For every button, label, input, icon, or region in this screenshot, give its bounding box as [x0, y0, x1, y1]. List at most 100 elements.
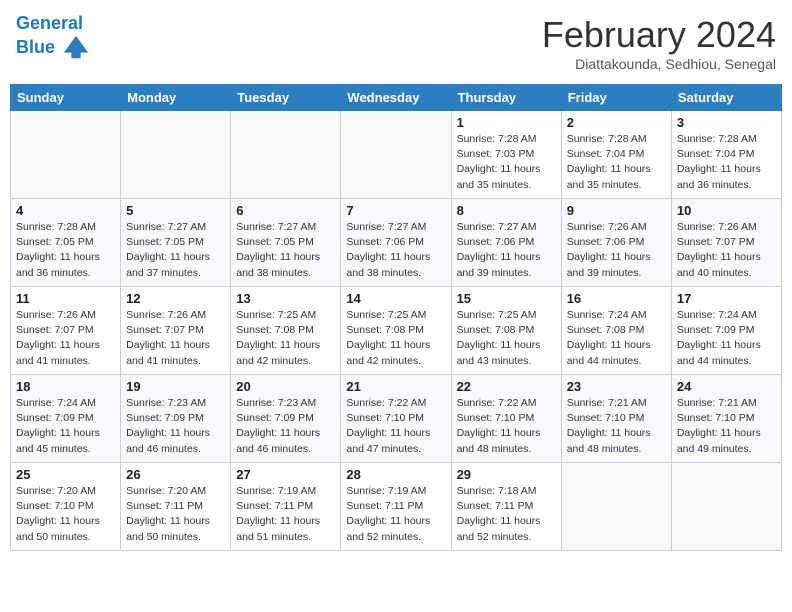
day-info: Sunrise: 7:26 AM Sunset: 7:06 PM Dayligh…	[567, 220, 666, 281]
day-info: Sunrise: 7:18 AM Sunset: 7:11 PM Dayligh…	[457, 484, 556, 545]
day-number: 11	[16, 291, 115, 306]
day-info: Sunrise: 7:22 AM Sunset: 7:10 PM Dayligh…	[346, 396, 445, 457]
day-cell	[561, 463, 671, 551]
day-info: Sunrise: 7:27 AM Sunset: 7:05 PM Dayligh…	[126, 220, 225, 281]
day-info: Sunrise: 7:25 AM Sunset: 7:08 PM Dayligh…	[346, 308, 445, 369]
day-info: Sunrise: 7:26 AM Sunset: 7:07 PM Dayligh…	[677, 220, 776, 281]
day-number: 20	[236, 379, 335, 394]
day-info: Sunrise: 7:28 AM Sunset: 7:05 PM Dayligh…	[16, 220, 115, 281]
day-cell	[671, 463, 781, 551]
day-number: 10	[677, 203, 776, 218]
day-cell: 20 Sunrise: 7:23 AM Sunset: 7:09 PM Dayli…	[231, 375, 341, 463]
day-number: 28	[346, 467, 445, 482]
weekday-header-saturday: Saturday	[671, 85, 781, 111]
day-cell: 11 Sunrise: 7:26 AM Sunset: 7:07 PM Dayli…	[11, 287, 121, 375]
day-number: 1	[457, 115, 556, 130]
week-row-1: 1Sunrise: 7:28 AM Sunset: 7:03 PM Daylig…	[11, 111, 782, 199]
day-number: 25	[16, 467, 115, 482]
weekday-header-sunday: Sunday	[11, 85, 121, 111]
weekday-header-wednesday: Wednesday	[341, 85, 451, 111]
logo-text2: Blue	[16, 34, 90, 62]
day-number: 3	[677, 115, 776, 130]
day-cell: 24Sunrise: 7:21 AM Sunset: 7:10 PM Dayli…	[671, 375, 781, 463]
day-number: 15	[457, 291, 556, 306]
week-row-3: 11 Sunrise: 7:26 AM Sunset: 7:07 PM Dayli…	[11, 287, 782, 375]
day-number: 14	[346, 291, 445, 306]
day-info: Sunrise: 7:22 AM Sunset: 7:10 PM Dayligh…	[457, 396, 556, 457]
day-cell: 16Sunrise: 7:24 AM Sunset: 7:08 PM Dayli…	[561, 287, 671, 375]
day-cell: 9 Sunrise: 7:26 AM Sunset: 7:06 PM Daylig…	[561, 199, 671, 287]
day-number: 26	[126, 467, 225, 482]
logo-text: General	[16, 14, 90, 34]
calendar-table: SundayMondayTuesdayWednesdayThursdayFrid…	[10, 84, 782, 551]
week-row-5: 25 Sunrise: 7:20 AM Sunset: 7:10 PM Dayli…	[11, 463, 782, 551]
day-info: Sunrise: 7:24 AM Sunset: 7:09 PM Dayligh…	[16, 396, 115, 457]
day-info: Sunrise: 7:27 AM Sunset: 7:05 PM Dayligh…	[236, 220, 335, 281]
day-info: Sunrise: 7:26 AM Sunset: 7:07 PM Dayligh…	[16, 308, 115, 369]
day-number: 12	[126, 291, 225, 306]
day-cell: 28 Sunrise: 7:19 AM Sunset: 7:11 PM Dayli…	[341, 463, 451, 551]
day-cell: 29 Sunrise: 7:18 AM Sunset: 7:11 PM Dayli…	[451, 463, 561, 551]
day-info: Sunrise: 7:25 AM Sunset: 7:08 PM Dayligh…	[457, 308, 556, 369]
day-number: 21	[346, 379, 445, 394]
day-cell: 12 Sunrise: 7:26 AM Sunset: 7:07 PM Dayli…	[121, 287, 231, 375]
calendar-title: February 2024	[542, 14, 776, 56]
day-cell: 7Sunrise: 7:27 AM Sunset: 7:06 PM Daylig…	[341, 199, 451, 287]
day-cell: 8Sunrise: 7:27 AM Sunset: 7:06 PM Daylig…	[451, 199, 561, 287]
day-cell: 10 Sunrise: 7:26 AM Sunset: 7:07 PM Dayli…	[671, 199, 781, 287]
day-number: 17	[677, 291, 776, 306]
day-info: Sunrise: 7:23 AM Sunset: 7:09 PM Dayligh…	[126, 396, 225, 457]
day-info: Sunrise: 7:20 AM Sunset: 7:11 PM Dayligh…	[126, 484, 225, 545]
day-info: Sunrise: 7:24 AM Sunset: 7:08 PM Dayligh…	[567, 308, 666, 369]
day-number: 2	[567, 115, 666, 130]
day-info: Sunrise: 7:27 AM Sunset: 7:06 PM Dayligh…	[457, 220, 556, 281]
day-cell: 19Sunrise: 7:23 AM Sunset: 7:09 PM Dayli…	[121, 375, 231, 463]
day-info: Sunrise: 7:20 AM Sunset: 7:10 PM Dayligh…	[16, 484, 115, 545]
day-info: Sunrise: 7:27 AM Sunset: 7:06 PM Dayligh…	[346, 220, 445, 281]
day-number: 13	[236, 291, 335, 306]
day-cell: 1Sunrise: 7:28 AM Sunset: 7:03 PM Daylig…	[451, 111, 561, 199]
day-info: Sunrise: 7:28 AM Sunset: 7:04 PM Dayligh…	[567, 132, 666, 193]
weekday-header-friday: Friday	[561, 85, 671, 111]
day-info: Sunrise: 7:19 AM Sunset: 7:11 PM Dayligh…	[346, 484, 445, 545]
day-cell	[341, 111, 451, 199]
day-number: 9	[567, 203, 666, 218]
day-cell	[231, 111, 341, 199]
day-info: Sunrise: 7:21 AM Sunset: 7:10 PM Dayligh…	[567, 396, 666, 457]
day-cell: 4 Sunrise: 7:28 AM Sunset: 7:05 PM Daylig…	[11, 199, 121, 287]
calendar-subtitle: Diattakounda, Sedhiou, Senegal	[542, 56, 776, 72]
day-cell	[121, 111, 231, 199]
weekday-header-thursday: Thursday	[451, 85, 561, 111]
day-number: 27	[236, 467, 335, 482]
day-number: 22	[457, 379, 556, 394]
day-cell: 26 Sunrise: 7:20 AM Sunset: 7:11 PM Dayli…	[121, 463, 231, 551]
day-cell: 3 Sunrise: 7:28 AM Sunset: 7:04 PM Daylig…	[671, 111, 781, 199]
day-number: 18	[16, 379, 115, 394]
day-cell: 14 Sunrise: 7:25 AM Sunset: 7:08 PM Dayli…	[341, 287, 451, 375]
day-cell: 2 Sunrise: 7:28 AM Sunset: 7:04 PM Daylig…	[561, 111, 671, 199]
day-cell: 27 Sunrise: 7:19 AM Sunset: 7:11 PM Dayli…	[231, 463, 341, 551]
day-cell: 18 Sunrise: 7:24 AM Sunset: 7:09 PM Dayli…	[11, 375, 121, 463]
day-cell: 6Sunrise: 7:27 AM Sunset: 7:05 PM Daylig…	[231, 199, 341, 287]
day-cell: 17 Sunrise: 7:24 AM Sunset: 7:09 PM Dayli…	[671, 287, 781, 375]
day-cell: 13 Sunrise: 7:25 AM Sunset: 7:08 PM Dayli…	[231, 287, 341, 375]
day-info: Sunrise: 7:25 AM Sunset: 7:08 PM Dayligh…	[236, 308, 335, 369]
day-cell: 21 Sunrise: 7:22 AM Sunset: 7:10 PM Dayli…	[341, 375, 451, 463]
day-cell: 22 Sunrise: 7:22 AM Sunset: 7:10 PM Dayli…	[451, 375, 561, 463]
day-info: Sunrise: 7:24 AM Sunset: 7:09 PM Dayligh…	[677, 308, 776, 369]
weekday-header-monday: Monday	[121, 85, 231, 111]
day-cell	[11, 111, 121, 199]
day-info: Sunrise: 7:23 AM Sunset: 7:09 PM Dayligh…	[236, 396, 335, 457]
week-row-2: 4 Sunrise: 7:28 AM Sunset: 7:05 PM Daylig…	[11, 199, 782, 287]
day-number: 5	[126, 203, 225, 218]
header: General Blue February 2024 Diattakounda,…	[10, 10, 782, 76]
day-number: 29	[457, 467, 556, 482]
day-info: Sunrise: 7:26 AM Sunset: 7:07 PM Dayligh…	[126, 308, 225, 369]
weekday-header-row: SundayMondayTuesdayWednesdayThursdayFrid…	[11, 85, 782, 111]
day-number: 24	[677, 379, 776, 394]
day-cell: 23 Sunrise: 7:21 AM Sunset: 7:10 PM Dayli…	[561, 375, 671, 463]
day-info: Sunrise: 7:28 AM Sunset: 7:04 PM Dayligh…	[677, 132, 776, 193]
day-number: 23	[567, 379, 666, 394]
day-number: 4	[16, 203, 115, 218]
day-info: Sunrise: 7:19 AM Sunset: 7:11 PM Dayligh…	[236, 484, 335, 545]
